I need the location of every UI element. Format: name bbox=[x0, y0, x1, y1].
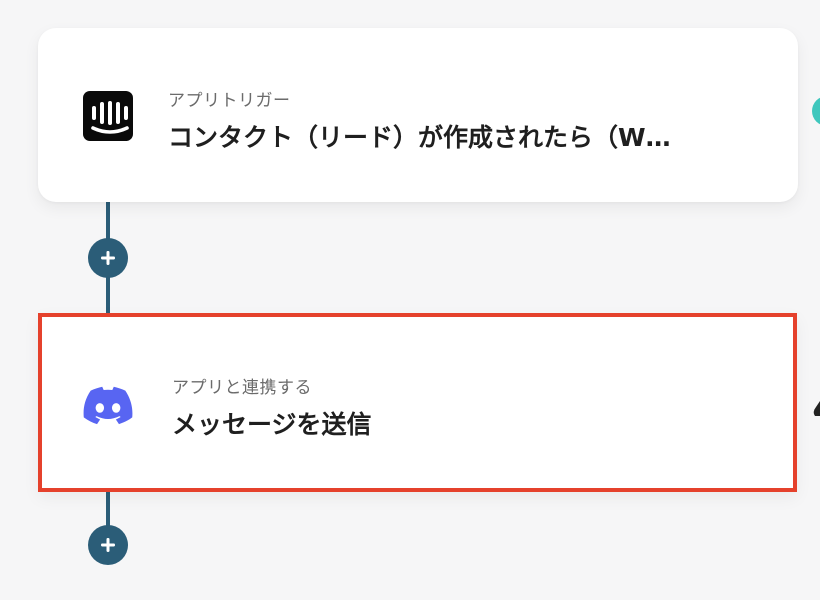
discord-icon bbox=[83, 381, 133, 431]
action-step-subtitle: アプリと連携する bbox=[172, 378, 312, 398]
trigger-step-subtitle: アプリトリガー bbox=[168, 91, 291, 111]
flow-connector bbox=[106, 492, 110, 528]
intercom-icon bbox=[83, 91, 133, 141]
add-step-button[interactable] bbox=[88, 238, 128, 278]
action-step-card[interactable]: アプリと連携する メッセージを送信 bbox=[38, 313, 797, 492]
offscreen-icon-fragment bbox=[813, 401, 820, 416]
plus-icon bbox=[101, 538, 115, 552]
offscreen-app-icon[interactable] bbox=[812, 96, 820, 126]
add-step-button[interactable] bbox=[88, 525, 128, 565]
plus-icon bbox=[101, 251, 115, 265]
trigger-step-card[interactable]: アプリトリガー コンタクト（リード）が作成されたら（W… bbox=[38, 28, 798, 202]
trigger-step-title: コンタクト（リード）が作成されたら（W… bbox=[168, 123, 671, 152]
action-step-title: メッセージを送信 bbox=[172, 410, 372, 439]
